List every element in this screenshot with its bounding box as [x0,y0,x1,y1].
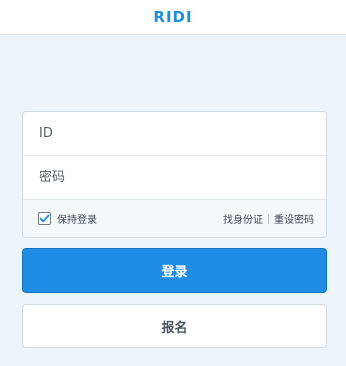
id-field-row [23,112,326,156]
account-links: 找身份证 重设密码 [223,211,314,226]
password-field-row [23,156,326,200]
login-form: 保持登录 找身份证 重设密码 [22,111,327,238]
keep-login-toggle[interactable]: 保持登录 [38,211,97,226]
signup-button[interactable]: 报名 [22,304,327,348]
login-button[interactable]: 登录 [22,248,327,293]
top-bar: RIDI [0,0,346,35]
keep-login-checkbox[interactable] [38,212,51,225]
reset-password-link[interactable]: 重设密码 [274,211,314,226]
link-divider [268,213,269,224]
keep-login-label: 保持登录 [57,215,97,226]
ridi-logo[interactable]: RIDI [153,8,192,26]
password-input[interactable] [39,170,299,185]
checkmark-icon [39,214,50,223]
login-options: 保持登录 找身份证 重设密码 [23,200,326,237]
id-input[interactable] [39,126,299,141]
find-id-link[interactable]: 找身份证 [223,211,263,226]
